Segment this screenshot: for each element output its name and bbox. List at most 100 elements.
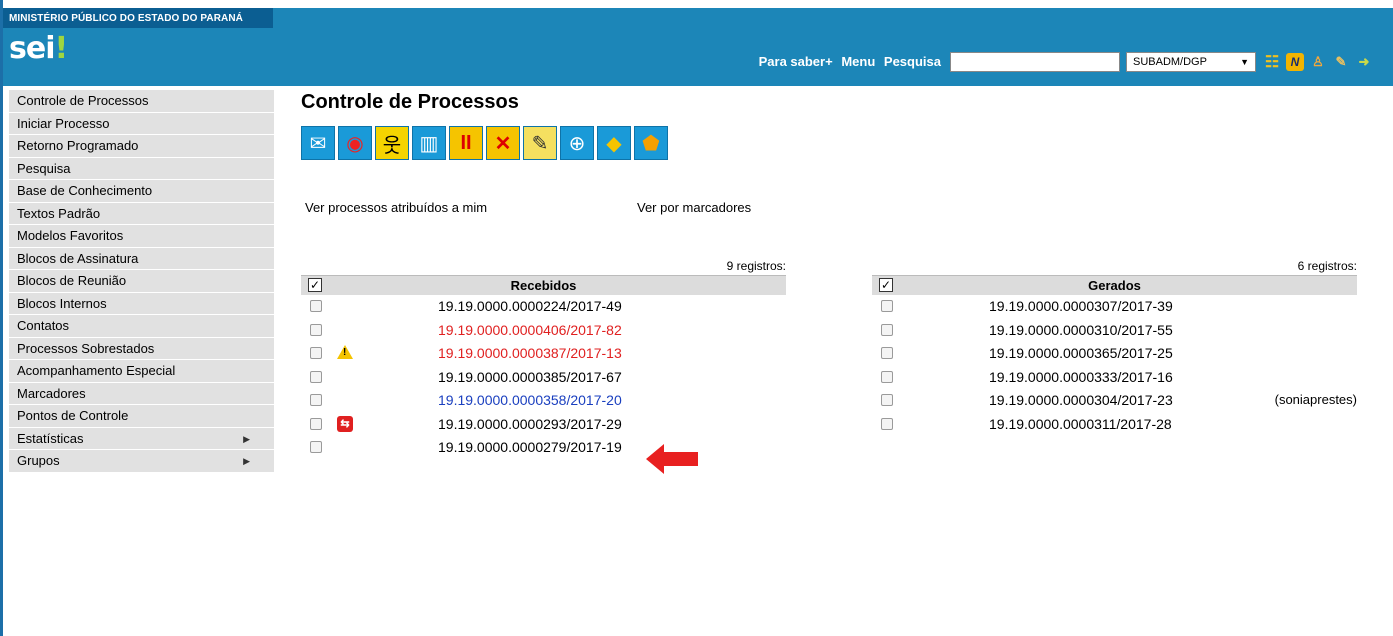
sidebar-item-label: Grupos (17, 453, 60, 468)
sidebar-item-textos-padrao[interactable]: Textos Padrão (9, 202, 274, 225)
shield-button[interactable]: ⬟ (634, 126, 668, 160)
sidebar-item-label: Iniciar Processo (17, 115, 110, 131)
sidebar-item-label: Acompanhamento Especial (17, 363, 176, 378)
library-icon: ▥ (419, 132, 439, 155)
link-assigned-to-me[interactable]: Ver processos atribuídos a mim (305, 200, 487, 215)
row-checkbox[interactable] (881, 323, 893, 336)
table-row: 19.19.0000.0000387/2017-13 (301, 342, 786, 366)
process-link[interactable]: 19.19.0000.0000224/2017-49 (438, 295, 622, 317)
row-checkbox[interactable] (310, 417, 322, 430)
app-header: MINISTÉRIO PÚBLICO DO ESTADO DO PARANÁ s… (3, 8, 1393, 86)
received-header-title: Recebidos (510, 278, 577, 293)
sidebar-item-modelos-favoritos[interactable]: Modelos Favoritos (9, 225, 274, 248)
generated-header: ✓ Gerados (872, 275, 1357, 295)
received-count: 9 registros: (726, 259, 786, 273)
top-border (3, 0, 1393, 8)
process-link[interactable]: 19.19.0000.0000387/2017-13 (438, 342, 622, 364)
sidebar-item-controle-de-processos[interactable]: Controle de Processos (9, 90, 274, 113)
swap-icon[interactable]: ⇆ (337, 415, 353, 432)
pause-button[interactable]: II (449, 126, 483, 160)
sidebar-item-blocos-de-reuniao[interactable]: Blocos de Reunião (9, 270, 274, 293)
table-row: 19.19.0000.0000224/2017-49 (301, 295, 786, 319)
process-link[interactable]: 19.19.0000.0000333/2017-16 (989, 366, 1173, 388)
sidebar-item-blocos-internos[interactable]: Blocos Internos (9, 292, 274, 315)
list-icon[interactable]: ☷ (1263, 53, 1281, 71)
process-link[interactable]: 19.19.0000.0000365/2017-25 (989, 342, 1173, 364)
process-link[interactable]: 19.19.0000.0000307/2017-39 (989, 295, 1173, 317)
sidebar-item-label: Modelos Favoritos (17, 228, 124, 243)
row-checkbox[interactable] (310, 394, 322, 406)
row-checkbox[interactable] (310, 347, 322, 359)
sidebar-item-pontos-de-controle[interactable]: Pontos de Controle (9, 405, 274, 428)
row-checkbox[interactable] (881, 417, 893, 430)
wrench-icon[interactable]: ✎ (1332, 53, 1350, 71)
note-button[interactable]: ✎ (523, 126, 557, 160)
assign-user-icon: 웃 (382, 134, 402, 157)
search-input[interactable] (950, 52, 1120, 72)
n-icon[interactable]: N (1286, 53, 1304, 71)
row-checkbox[interactable] (881, 347, 893, 359)
sidebar-item-processos-sobrestados[interactable]: Processos Sobrestados (9, 337, 274, 360)
process-link[interactable]: 19.19.0000.0000304/2017-23 (989, 389, 1173, 411)
sidebar-item-retorno-programado[interactable]: Retorno Programado (9, 135, 274, 158)
sidebar-item-label: Textos Padrão (17, 205, 101, 221)
send-button[interactable]: ✉ (301, 126, 335, 160)
user-icon[interactable]: ♙ (1309, 53, 1327, 71)
tag-icon: ◆ (606, 132, 622, 155)
sidebar-item-contatos[interactable]: Contatos (9, 315, 274, 338)
sidebar-item-acompanhamento-especial[interactable]: Acompanhamento Especial (9, 360, 274, 383)
library-button[interactable]: ▥ (412, 126, 446, 160)
sidebar-item-label: Contatos (17, 318, 70, 333)
row-checkbox[interactable] (310, 300, 322, 312)
process-link[interactable]: 19.19.0000.0000358/2017-20 (438, 389, 622, 411)
sidebar-item-marcadores[interactable]: Marcadores (9, 382, 274, 405)
process-link[interactable]: 19.19.0000.0000293/2017-29 (438, 413, 622, 435)
sidebar-item-label: Pesquisa (17, 160, 71, 176)
note-icon: ✎ (531, 132, 549, 155)
row-checkbox[interactable] (881, 300, 893, 312)
process-link[interactable]: 19.19.0000.0000311/2017-28 (989, 413, 1172, 435)
sidebar-item-grupos[interactable]: Grupos ▶ (9, 450, 274, 473)
new-document-button[interactable]: ⊕ (560, 126, 594, 160)
warning-icon[interactable] (337, 345, 353, 359)
row-checkbox[interactable] (310, 323, 322, 336)
caret-right-icon: ▶ (243, 433, 250, 444)
row-checkbox[interactable] (310, 370, 322, 383)
table-row: 19.19.0000.0000406/2017-82 (301, 319, 786, 343)
process-link[interactable]: 19.19.0000.0000279/2017-19 (438, 436, 622, 458)
nav-menu[interactable]: Menu (841, 54, 875, 69)
process-link[interactable]: 19.19.0000.0000406/2017-82 (438, 319, 622, 341)
sidebar-item-pesquisa[interactable]: Pesquisa (9, 157, 274, 180)
sidebar-item-iniciar-processo[interactable]: Iniciar Processo (9, 112, 274, 135)
row-checkbox[interactable] (310, 441, 322, 453)
table-row: ⇆ 19.19.0000.0000293/2017-29 (301, 413, 786, 437)
annotation-arrow-icon (646, 444, 698, 474)
logo-text: sei (9, 31, 55, 66)
sidebar-item-base-de-conhecimento[interactable]: Base de Conhecimento (9, 180, 274, 203)
sei-logo[interactable]: sei! (9, 31, 68, 66)
pause-icon: II (460, 131, 472, 154)
process-link[interactable]: 19.19.0000.0000385/2017-67 (438, 366, 622, 388)
sidebar-item-estatisticas[interactable]: Estatísticas ▶ (9, 427, 274, 450)
sidebar-item-blocos-de-assinatura[interactable]: Blocos de Assinatura (9, 247, 274, 270)
new-document-icon: ⊕ (568, 132, 586, 155)
assign-user-button[interactable]: 웃 (375, 126, 409, 160)
close-folder-button[interactable]: ✕ (486, 126, 520, 160)
nav-pesquisa[interactable]: Pesquisa (884, 54, 941, 69)
tag-button[interactable]: ◆ (597, 126, 631, 160)
nav-para-saber[interactable]: Para saber+ (759, 54, 833, 69)
exit-icon[interactable]: ➜ (1355, 53, 1373, 71)
unit-select[interactable]: SUBADM/DGP ▼ (1126, 52, 1256, 72)
header-icons: ☷ N ♙ ✎ ➜ (1263, 52, 1373, 72)
sidebar-item-label: Blocos de Assinatura (17, 250, 139, 266)
close-folder-icon: ✕ (494, 132, 512, 155)
sidebar-item-label: Controle de Processos (17, 93, 149, 108)
link-by-markers[interactable]: Ver por marcadores (637, 200, 751, 215)
globe-button[interactable]: ◉ (338, 126, 372, 160)
row-checkbox[interactable] (881, 370, 893, 383)
process-link[interactable]: 19.19.0000.0000310/2017-55 (989, 319, 1173, 341)
received-table: 9 registros: ✓ Recebidos 19.19.0000.0000… (301, 257, 786, 460)
received-header: ✓ Recebidos (301, 275, 786, 295)
row-checkbox[interactable] (881, 394, 893, 406)
sidebar-item-label: Blocos de Reunião (17, 273, 127, 288)
